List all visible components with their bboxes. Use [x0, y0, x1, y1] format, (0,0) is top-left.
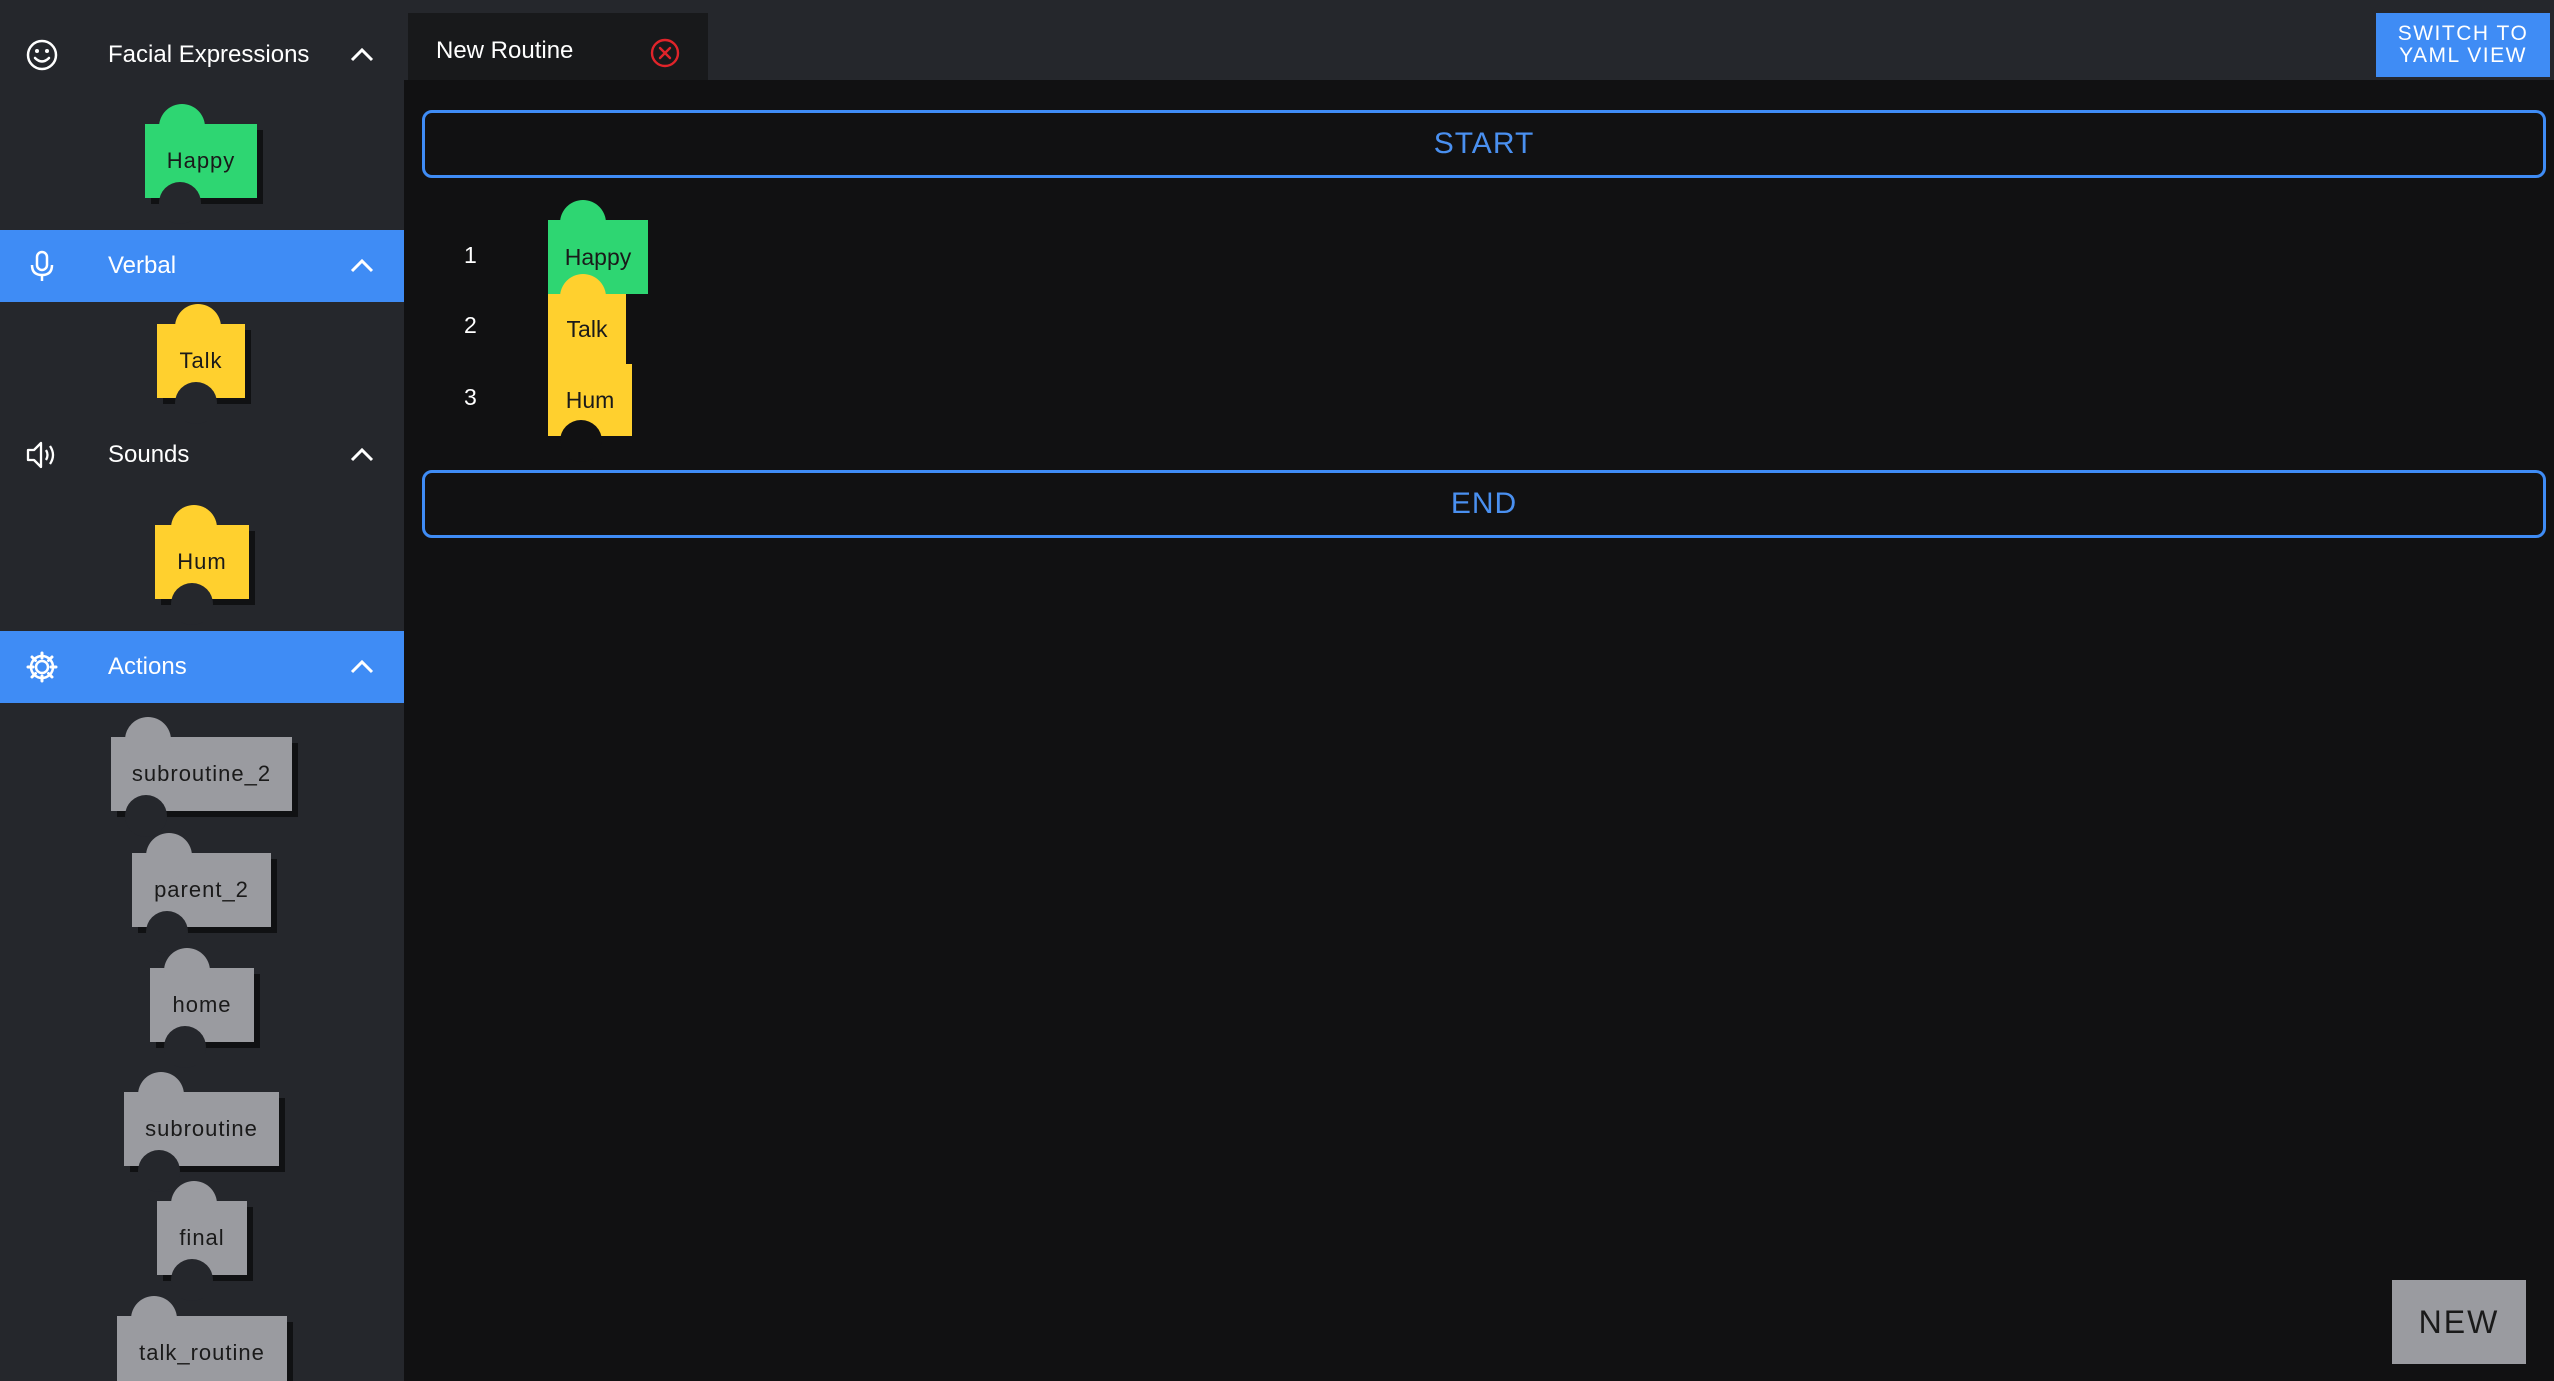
new-button[interactable]: NEW: [2392, 1280, 2526, 1364]
routine-step-label: Talk: [566, 316, 608, 342]
speaker-icon: [26, 441, 55, 469]
yaml-button-line1: SWITCH TO: [2397, 22, 2529, 45]
smiley-face-icon: [26, 39, 58, 71]
block-connector-notch: [171, 1259, 213, 1301]
palette-block-happy[interactable]: Happy: [145, 104, 257, 224]
palette-block-home[interactable]: home: [150, 948, 254, 1068]
block-connector-notch: [146, 911, 188, 953]
app-root: Facial Expressions Happy Verbal Talk Sou…: [0, 0, 2554, 1381]
palette-block-parent-2[interactable]: parent_2: [132, 833, 271, 953]
step-number: 3: [464, 384, 477, 410]
chevron-up-icon[interactable]: [346, 250, 378, 282]
block-connector-knob: [560, 200, 606, 246]
palette-block-final[interactable]: final: [157, 1181, 247, 1301]
section-header-facial-expressions[interactable]: Facial Expressions: [0, 19, 404, 91]
chevron-up-icon[interactable]: [346, 651, 378, 683]
palette-block-label: subroutine_2: [131, 761, 272, 786]
section-label-actions: Actions: [108, 653, 187, 680]
block-connector-knob: [159, 104, 205, 150]
block-connector-knob: [171, 1181, 217, 1227]
step-number: 2: [464, 312, 477, 338]
routine-step-talk[interactable]: Talk: [548, 274, 626, 364]
chevron-up-icon[interactable]: [346, 439, 378, 471]
block-connector-knob: [175, 304, 221, 350]
routine-step-label: Hum: [565, 387, 615, 413]
palette-block-subroutine-2[interactable]: subroutine_2: [111, 717, 292, 837]
palette-block-label: final: [179, 1225, 225, 1250]
block-palette-sidebar: Facial Expressions Happy Verbal Talk Sou…: [0, 0, 404, 1381]
section-header-sounds[interactable]: Sounds: [0, 419, 404, 491]
block-connector-knob: [560, 274, 606, 320]
microphone-icon: [30, 250, 54, 281]
routine-step-label: Happy: [564, 244, 632, 270]
palette-block-label: parent_2: [154, 877, 249, 902]
block-connector-knob: [131, 1296, 177, 1342]
section-label-sounds: Sounds: [108, 441, 190, 468]
block-connector-notch: [175, 382, 217, 424]
tab-bar: [404, 0, 2554, 80]
gear-icon: [26, 651, 58, 683]
block-connector-notch: [560, 420, 602, 462]
end-bar: END: [422, 470, 2546, 538]
yaml-button-line2: YAML VIEW: [2399, 44, 2527, 67]
section-header-actions[interactable]: Actions: [0, 631, 404, 703]
block-connector-knob: [164, 948, 210, 994]
tab-new-routine[interactable]: New Routine: [408, 13, 708, 80]
block-connector-notch: [164, 1026, 206, 1068]
palette-block-subroutine[interactable]: subroutine: [124, 1072, 279, 1192]
section-header-verbal[interactable]: Verbal: [0, 230, 404, 302]
palette-block-talk[interactable]: Talk: [157, 304, 245, 424]
palette-block-talk-routine[interactable]: talk_routine: [117, 1296, 287, 1381]
close-circle-icon[interactable]: [648, 36, 682, 70]
block-connector-notch: [138, 1150, 180, 1192]
palette-block-hum[interactable]: Hum: [155, 505, 249, 625]
tab-label: New Routine: [436, 37, 574, 64]
palette-block-label: subroutine: [145, 1116, 258, 1141]
palette-block-label: Hum: [177, 549, 227, 574]
block-connector-knob: [138, 1072, 184, 1118]
palette-block-label: home: [172, 992, 232, 1017]
section-label-verbal: Verbal: [108, 252, 177, 279]
start-bar: START: [422, 110, 2546, 178]
block-connector-knob: [125, 717, 171, 763]
block-connector-knob: [171, 505, 217, 551]
block-connector-notch: [125, 795, 167, 837]
palette-block-label: talk_routine: [139, 1340, 265, 1365]
chevron-up-icon[interactable]: [346, 39, 378, 71]
block-connector-notch: [159, 182, 201, 224]
routine-canvas: START 1 2 3 Happy Talk Hum END: [404, 80, 2554, 1381]
block-connector-knob: [146, 833, 192, 879]
palette-block-label: Happy: [166, 148, 236, 173]
routine-step-hum[interactable]: Hum: [548, 364, 632, 462]
step-number: 1: [464, 242, 477, 268]
palette-block-label: Talk: [179, 348, 223, 373]
switch-to-yaml-view-button[interactable]: SWITCH TO YAML VIEW: [2376, 13, 2550, 77]
section-label-facial-expressions: Facial Expressions: [108, 41, 310, 68]
block-connector-notch: [171, 583, 213, 625]
